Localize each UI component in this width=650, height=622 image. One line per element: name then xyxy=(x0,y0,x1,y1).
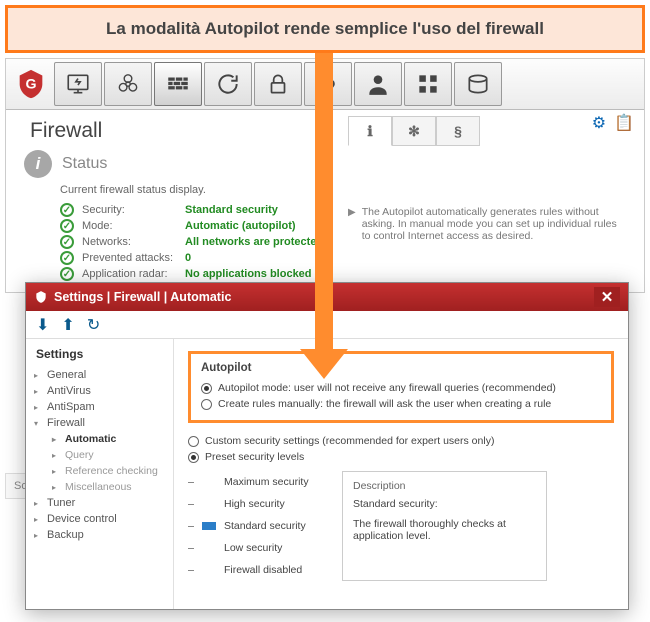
networks-label: Networks: xyxy=(82,236,177,248)
clipboard-icon[interactable]: 📋 xyxy=(614,113,634,133)
autopilot-heading: Autopilot xyxy=(201,362,601,374)
asterisk-icon: ✻ xyxy=(408,123,420,140)
radio-manual-mode[interactable]: Create rules manually: the firewall will… xyxy=(201,396,601,412)
annotation-arrow xyxy=(306,53,342,375)
tree-refcheck[interactable]: ▸Reference checking xyxy=(32,463,167,479)
level-max: Maximum security xyxy=(224,476,309,488)
import-icon[interactable]: ⬇ xyxy=(36,315,49,335)
radio-icon xyxy=(201,399,212,410)
security-value: Standard security xyxy=(185,204,278,216)
mode-label: Mode: xyxy=(82,220,177,232)
radio-icon xyxy=(188,452,199,463)
desc-body: The firewall thoroughly checks at applic… xyxy=(353,518,536,542)
info-badge-icon: i xyxy=(24,150,52,178)
dialog-title: Settings | Firewall | Automatic xyxy=(54,290,231,304)
desc-heading: Description xyxy=(353,480,536,492)
tree-tuner[interactable]: ▸Tuner xyxy=(32,495,167,511)
reset-icon[interactable]: ↻ xyxy=(87,315,100,335)
tb-monitor-icon[interactable] xyxy=(54,62,102,106)
triangle-icon: ▶ xyxy=(348,207,356,282)
security-slider[interactable]: Maximum security High security Standard … xyxy=(188,471,328,581)
svg-text:G: G xyxy=(25,76,36,92)
tb-biohazard-icon[interactable] xyxy=(104,62,152,106)
app-logo[interactable]: G xyxy=(10,62,52,106)
tree-backup[interactable]: ▸Backup xyxy=(32,527,167,543)
radar-value: No applications blocked xyxy=(185,268,312,280)
security-label: Security: xyxy=(82,204,177,216)
header-tabs: ℹ ✻ § xyxy=(348,116,480,146)
tb-refresh-icon[interactable] xyxy=(204,62,252,106)
tb-firewall-icon[interactable] xyxy=(154,62,202,106)
settings-sidebar: Settings ▸General ▸AntiVirus ▸AntiSpam ▾… xyxy=(26,339,174,609)
tb-disk-icon[interactable] xyxy=(454,62,502,106)
radar-label: Application radar: xyxy=(82,268,177,280)
check-icon: ✓ xyxy=(60,251,74,265)
check-icon: ✓ xyxy=(60,219,74,233)
tree-antivirus[interactable]: ▸AntiVirus xyxy=(32,383,167,399)
export-icon[interactable]: ⬆ xyxy=(61,315,74,335)
tab-star[interactable]: ✻ xyxy=(392,116,436,146)
tab-section[interactable]: § xyxy=(436,116,480,146)
slider-thumb[interactable] xyxy=(202,522,216,530)
radio-icon xyxy=(188,436,199,447)
tree-general[interactable]: ▸General xyxy=(32,367,167,383)
radio-preset-levels[interactable]: Preset security levels xyxy=(188,449,614,465)
mode-value: Automatic (autopilot) xyxy=(185,220,296,232)
info-icon: ℹ xyxy=(367,123,372,140)
tree-device[interactable]: ▸Device control xyxy=(32,511,167,527)
gear-icon[interactable]: ⚙ xyxy=(592,113,606,133)
autopilot-note: The Autopilot automatically generates ru… xyxy=(362,206,624,282)
page-title: Firewall xyxy=(30,119,102,143)
annotation-banner: La modalità Autopilot rende semplice l'u… xyxy=(5,5,645,53)
close-button[interactable]: ✕ xyxy=(594,287,620,307)
tree-antispam[interactable]: ▸AntiSpam xyxy=(32,399,167,415)
level-low: Low security xyxy=(224,542,282,554)
tree-firewall[interactable]: ▾Firewall xyxy=(32,415,167,431)
security-levels-area: Maximum security High security Standard … xyxy=(188,471,614,581)
shield-icon xyxy=(34,290,48,304)
check-icon: ✓ xyxy=(60,267,74,281)
attacks-label: Prevented attacks: xyxy=(82,252,177,264)
level-standard: Standard security xyxy=(224,520,306,532)
tb-lock-icon[interactable] xyxy=(254,62,302,106)
section-icon: § xyxy=(454,123,462,139)
tb-grid-icon[interactable] xyxy=(404,62,452,106)
header-actions: ⚙ 📋 xyxy=(592,113,634,133)
tab-info[interactable]: ℹ xyxy=(348,116,392,146)
radio-icon xyxy=(201,383,212,394)
radio-autopilot-mode[interactable]: Autopilot mode: user will not receive an… xyxy=(201,380,601,396)
attacks-value: 0 xyxy=(185,252,191,264)
networks-value: All networks are protected xyxy=(185,236,323,248)
check-icon: ✓ xyxy=(60,203,74,217)
tree-misc[interactable]: ▸Miscellaneous xyxy=(32,479,167,495)
status-heading: Status xyxy=(62,155,107,173)
sidebar-heading: Settings xyxy=(32,347,167,361)
description-panel: Description Standard security: The firew… xyxy=(342,471,547,581)
level-high: High security xyxy=(224,498,285,510)
dialog-content: Autopilot Autopilot mode: user will not … xyxy=(174,339,628,609)
radio-custom-security[interactable]: Custom security settings (recommended fo… xyxy=(188,433,614,449)
tree-automatic[interactable]: ▸Automatic xyxy=(32,431,167,447)
level-disabled: Firewall disabled xyxy=(224,564,302,576)
autopilot-group: Autopilot Autopilot mode: user will not … xyxy=(188,351,614,423)
tb-user-icon[interactable] xyxy=(354,62,402,106)
annotation-text: La modalità Autopilot rende semplice l'u… xyxy=(106,19,544,39)
desc-title: Standard security: xyxy=(353,498,536,510)
tree-query[interactable]: ▸Query xyxy=(32,447,167,463)
check-icon: ✓ xyxy=(60,235,74,249)
